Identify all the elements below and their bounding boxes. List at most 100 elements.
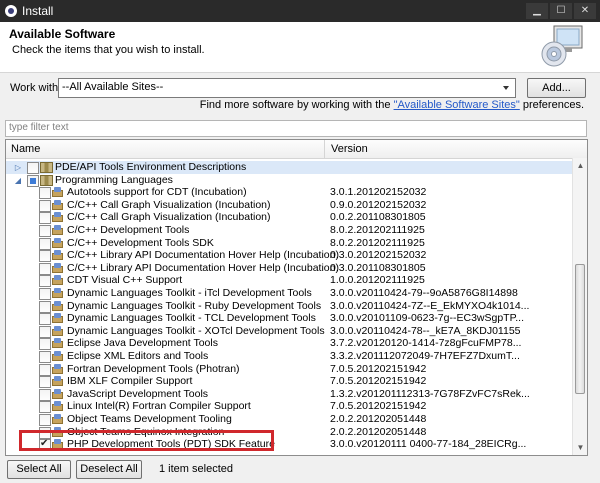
checkbox[interactable]: [39, 300, 51, 313]
checkbox[interactable]: [39, 187, 51, 200]
tree-feature-row[interactable]: C/C++ Development Tools 8.0.2.20120211192…: [6, 224, 572, 237]
feature-icon: [52, 313, 63, 324]
tree-feature-row[interactable]: C/C++ Call Graph Visualization (Incubati…: [6, 199, 572, 212]
item-name: C/C++ Call Graph Visualization (Incubati…: [67, 211, 271, 224]
checkbox[interactable]: [39, 414, 51, 426]
feature-icon: [52, 401, 63, 412]
checkbox[interactable]: [39, 338, 51, 351]
tree-feature-row[interactable]: Fortran Development Tools (Photran) 7.0.5…: [6, 363, 572, 376]
column-name-header[interactable]: Name: [11, 143, 40, 155]
collapse-icon[interactable]: ◢: [14, 176, 22, 185]
item-name: Programming Languages: [55, 173, 173, 186]
tree-feature-row[interactable]: C/C++ Call Graph Visualization (Incubati…: [6, 211, 572, 225]
tree-feature-row[interactable]: Autotools support for CDT (Incubation) 3.…: [6, 186, 572, 200]
checkbox[interactable]: [39, 401, 51, 414]
checkbox[interactable]: [39, 325, 51, 338]
tree-feature-row[interactable]: Eclipse Java Development Tools 3.7.2.v201…: [6, 337, 572, 351]
item-version: 1.3.2.v201201112313-7G78FZvFC7sRek...: [330, 387, 530, 400]
item-version: 3.0.1.201202152032: [330, 186, 427, 199]
tree-rows: ▷ PDE/API Tools Environment Descriptions ◢…: [6, 158, 572, 455]
item-name: C/C++ Library API Documentation Hover He…: [67, 261, 339, 274]
chevron-down-icon[interactable]: [499, 80, 513, 95]
column-separator[interactable]: [324, 140, 325, 158]
expand-icon[interactable]: ▷: [14, 163, 22, 172]
item-name: C/C++ Library API Documentation Hover He…: [67, 249, 339, 262]
selection-count: 1 item selected: [159, 463, 233, 475]
checkbox[interactable]: [39, 363, 51, 376]
scroll-up-icon[interactable]: ▲: [573, 158, 587, 173]
feature-icon: [52, 388, 63, 400]
feature-icon: [52, 199, 63, 211]
tree-feature-row[interactable]: Dynamic Languages Toolkit - XOTcl Develo…: [6, 325, 572, 338]
feature-icon: [52, 338, 63, 349]
item-version: 3.0.0.v20101109-0623-7g--EC3wSgpTP...: [330, 312, 524, 325]
select-all-button[interactable]: Select All: [7, 460, 71, 479]
scroll-thumb[interactable]: [575, 264, 585, 394]
maximize-icon[interactable]: ☐: [550, 3, 572, 19]
work-with-combo[interactable]: --All Available Sites--: [58, 78, 516, 98]
checkbox[interactable]: [39, 225, 51, 237]
checkbox[interactable]: [39, 212, 51, 225]
checkbox[interactable]: [39, 199, 51, 212]
category-icon: [40, 174, 53, 186]
feature-icon: [52, 275, 63, 286]
tree-feature-row[interactable]: Dynamic Languages Toolkit - TCL Developm…: [6, 312, 572, 326]
checkbox[interactable]: [39, 351, 51, 363]
tree-category-row[interactable]: ◢ Programming Languages: [6, 174, 572, 187]
tree-feature-row[interactable]: Dynamic Languages Toolkit - Ruby Develop…: [6, 300, 572, 313]
install-cd-icon: [541, 25, 583, 67]
checkbox[interactable]: [27, 174, 39, 187]
checkbox[interactable]: [39, 262, 51, 275]
item-version: 3.0.0.v20110424-79--9oA5876G8I14898: [330, 287, 518, 299]
item-version: 2.0.2.201202051448: [330, 413, 427, 425]
tree-feature-row[interactable]: C/C++ Development Tools SDK 8.0.2.2012021…: [6, 237, 572, 250]
tree-feature-row[interactable]: Linux Intel(R) Fortran Compiler Support 7…: [6, 400, 572, 414]
checkbox[interactable]: [39, 376, 51, 389]
item-version: 7.0.5.201202151942: [330, 400, 427, 413]
tree-feature-row[interactable]: IBM XLF Compiler Support 7.0.5.2012021519…: [6, 375, 572, 389]
tree-feature-row[interactable]: C/C++ Library API Documentation Hover He…: [6, 262, 572, 275]
checkbox[interactable]: [39, 250, 51, 263]
item-version: 0.3.0.201202152032: [330, 249, 427, 262]
tree-feature-row[interactable]: CDT Visual C++ Support 1.0.0.201202111925: [6, 274, 572, 288]
checkbox[interactable]: [39, 288, 51, 300]
vertical-scrollbar[interactable]: ▲ ▼: [572, 158, 587, 455]
item-version: 2.0.2.201202051448: [330, 425, 427, 438]
checkbox[interactable]: [39, 275, 51, 288]
feature-icon: [52, 414, 63, 425]
minimize-icon[interactable]: ▁: [526, 3, 548, 19]
item-name: Fortran Development Tools (Photran): [67, 362, 240, 375]
tree-feature-row[interactable]: JavaScript Development Tools 1.3.2.v20120…: [6, 388, 572, 401]
page-title: Available Software: [9, 27, 116, 41]
install-window: Install ▁ ☐ ✕ Available Software Check t…: [0, 0, 600, 483]
feature-icon: [52, 300, 63, 312]
close-icon[interactable]: ✕: [574, 3, 596, 19]
item-name: Dynamic Languages Toolkit - iTcl Develop…: [67, 287, 312, 299]
tree-feature-row[interactable]: Eclipse XML Editors and Tools 3.3.2.v2011…: [6, 350, 572, 363]
item-version: 3.0.0.v20120111 0400-77-184_28EICRg...: [330, 438, 527, 451]
checkbox[interactable]: [27, 162, 39, 174]
checkbox[interactable]: [39, 237, 51, 250]
filter-input[interactable]: type filter text: [5, 120, 587, 137]
available-sites-link[interactable]: "Available Software Sites": [394, 99, 520, 111]
tree-category-row[interactable]: ▷ PDE/API Tools Environment Descriptions: [6, 161, 572, 174]
scroll-down-icon[interactable]: ▼: [573, 440, 587, 455]
title-bar: Install ▁ ☐ ✕: [0, 0, 600, 22]
deselect-all-button[interactable]: Deselect All: [76, 460, 142, 479]
tree-feature-row[interactable]: Dynamic Languages Toolkit - iTcl Develop…: [6, 287, 572, 300]
tree-feature-row[interactable]: C/C++ Library API Documentation Hover He…: [6, 249, 572, 263]
column-header: Name Version: [6, 140, 587, 159]
item-name: Dynamic Languages Toolkit - Ruby Develop…: [67, 299, 322, 312]
find-more-suffix: preferences.: [519, 99, 584, 111]
column-version-header[interactable]: Version: [331, 143, 368, 155]
item-name: C/C++ Development Tools SDK: [67, 236, 214, 249]
highlight-box: [19, 430, 274, 451]
add-site-button[interactable]: Add...: [527, 78, 586, 98]
item-name: Autotools support for CDT (Incubation): [67, 186, 247, 199]
tree-feature-row[interactable]: Object Teams Development Tooling 2.0.2.20…: [6, 413, 572, 426]
wizard-header: Available Software Check the items that …: [0, 22, 600, 73]
feature-icon: [52, 288, 63, 299]
feature-icon: [52, 237, 63, 249]
checkbox[interactable]: [39, 313, 51, 326]
checkbox[interactable]: [39, 388, 51, 401]
